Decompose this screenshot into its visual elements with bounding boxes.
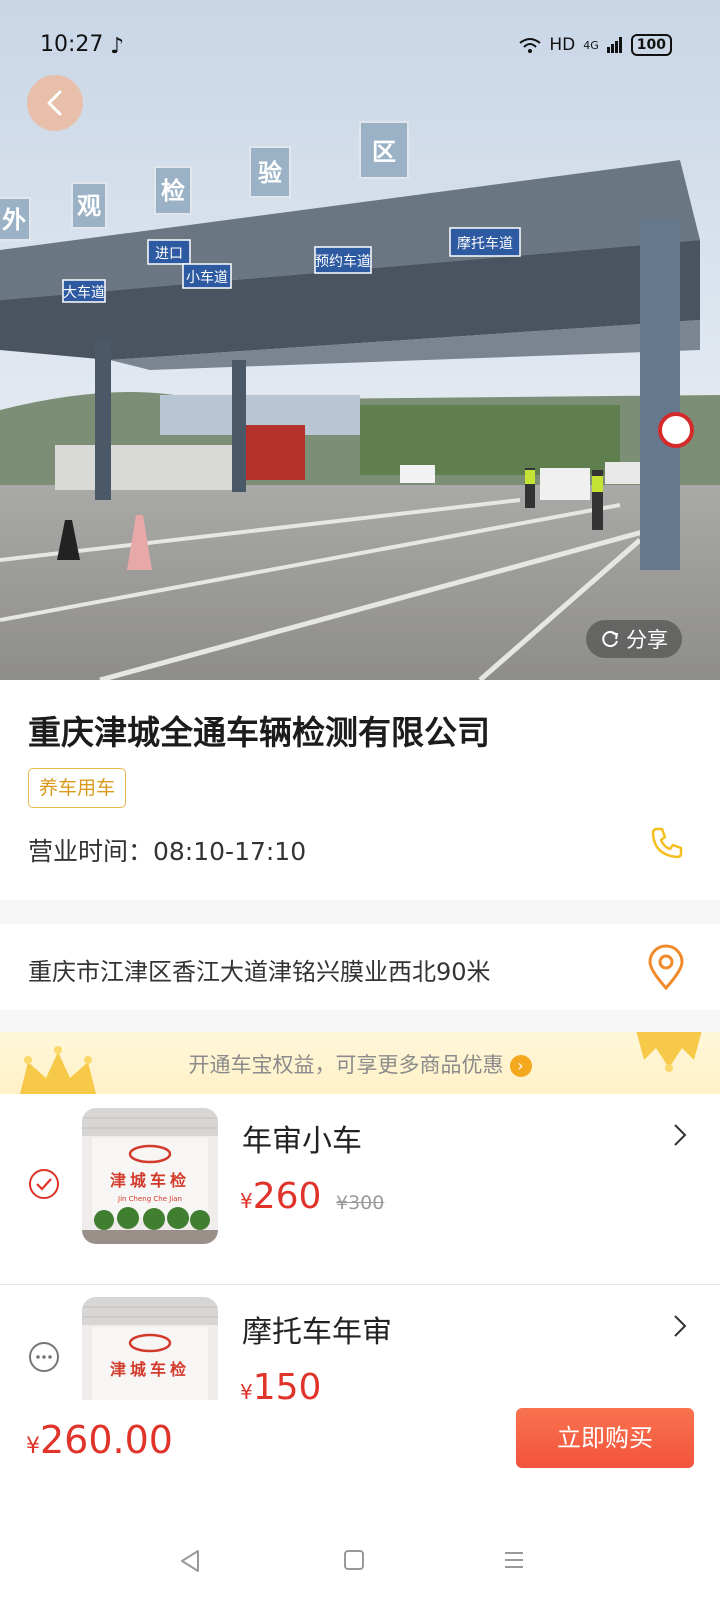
product-name: 摩托车年审 [242,1315,392,1350]
category-tag: 养车用车 [28,768,127,808]
total-price: ¥260.00 [26,1418,173,1462]
back-button[interactable] [27,75,83,131]
status-indicators: HD 4G 100 [519,34,672,56]
chevron-left-icon [47,90,62,116]
status-bar: 10:27 ♪ HD 4G 100 [0,0,720,92]
inspection-station-photo: 外 观 检 验 区 大车道 进口 小车道 预约车道 摩托车道 [0,0,720,680]
chevron-right-icon [674,1315,687,1337]
nav-home-icon[interactable] [342,1548,366,1572]
roof-sign-1: 外 [2,206,26,234]
thumb-sign-title: 津城车检 [110,1171,190,1190]
business-hours: 营业时间：08:10-17:10 [28,837,307,866]
thumb-sign-pinyin: Jin Cheng Che Jian [117,1195,182,1203]
wifi-icon [519,38,541,53]
product-thumbnail: 津城车检 [82,1297,218,1400]
system-navigation-bar [0,1530,720,1600]
share-icon [602,631,619,648]
phone-icon[interactable] [650,826,684,860]
lane-sign-3: 小车道 [186,269,228,286]
nav-menu-icon[interactable] [502,1548,526,1572]
lane-sign-2: 进口 [155,246,183,262]
signal-type: 4G [583,38,599,52]
share-button[interactable]: 分享 [586,620,682,658]
roof-sign-4: 验 [258,159,282,187]
product-thumbnail: 津城车检 Jin Cheng Che Jian [82,1108,218,1244]
membership-promo-banner[interactable]: 开通车宝权益，可享更多商品优惠 › [0,1032,720,1094]
lane-sign-4: 预约车道 [315,253,371,270]
signal-icon [606,37,622,53]
share-label: 分享 [626,628,668,652]
product-price: ¥150 [240,1367,322,1400]
product-name: 年审小车 [242,1124,362,1159]
section-divider [0,900,720,924]
network-type: HD [549,35,576,55]
lane-sign-5: 摩托车道 [457,235,513,252]
roof-sign-5: 区 [372,138,396,166]
roof-sign-3: 检 [161,177,185,205]
location-pin-icon[interactable] [646,944,686,990]
product-item[interactable]: 津城车检 摩托车年审 ¥150 [0,1285,720,1400]
promo-text: 开通车宝权益，可享更多商品优惠 [188,1053,504,1077]
check-circle-icon[interactable] [28,1168,60,1200]
shop-name: 重庆津城全通车辆检测有限公司 [28,713,490,752]
shop-photo: 外 观 检 验 区 大车道 进口 小车道 预约车道 摩托车道 10:27 ♪ H… [0,0,720,680]
thumb-sign-title: 津城车检 [110,1360,190,1379]
section-divider [0,1010,720,1032]
status-time: 10:27 [40,32,104,57]
checkout-bar: ¥260.00 立即购买 [0,1400,720,1490]
chevron-right-icon [674,1124,687,1146]
lane-sign-1: 大车道 [63,284,105,301]
nav-back-icon[interactable] [178,1548,202,1574]
roof-sign-2: 观 [77,192,101,220]
product-item[interactable]: 津城车检 Jin Cheng Che Jian 年审小车 ¥260 ¥300 [0,1094,720,1284]
chevron-right-icon: › [509,1055,532,1077]
more-options-icon[interactable] [28,1341,60,1373]
music-note-icon: ♪ [110,34,125,59]
product-price: ¥260 [240,1176,322,1217]
shop-address: 重庆市江津区香江大道津铭兴膜业西北90米 [28,958,491,986]
original-price: ¥300 [336,1192,385,1214]
buy-now-button[interactable]: 立即购买 [516,1408,694,1468]
battery-icon: 100 [630,34,672,56]
